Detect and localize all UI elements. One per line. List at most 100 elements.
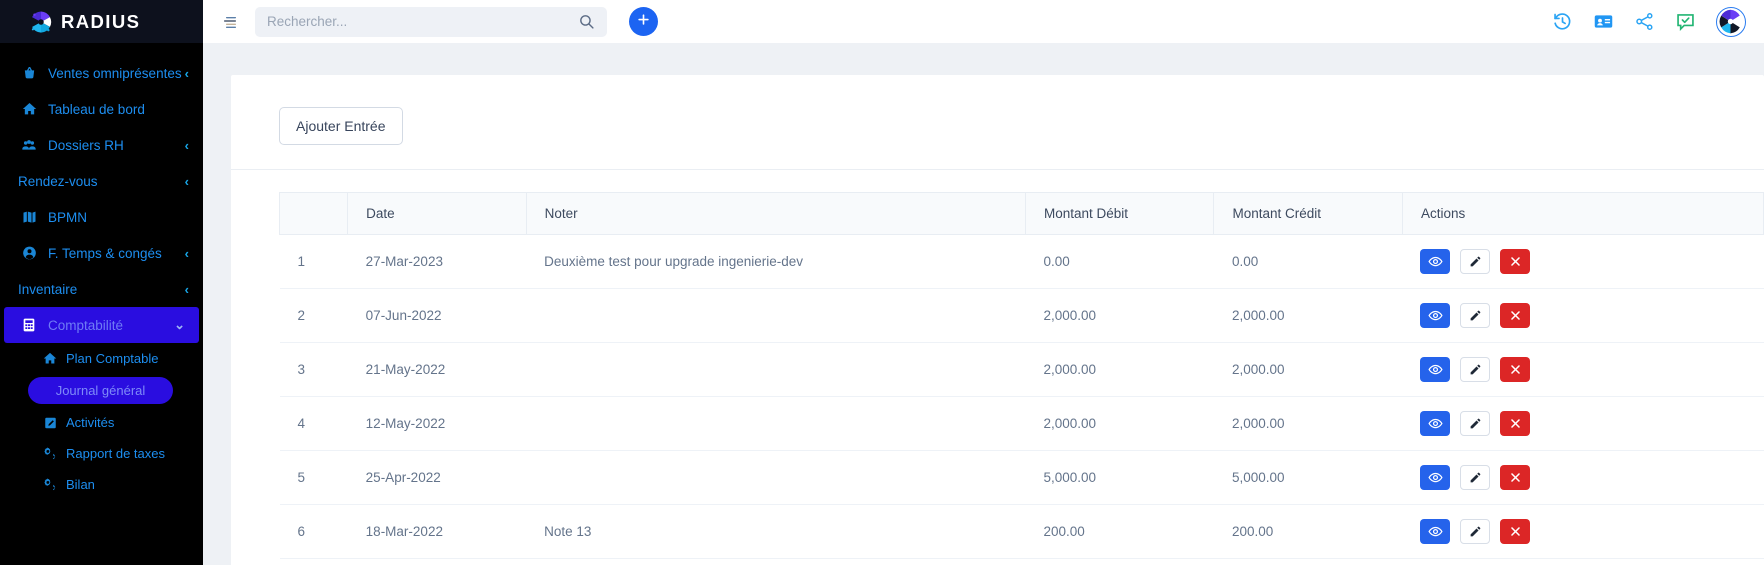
delete-button[interactable] bbox=[1500, 357, 1531, 382]
sidebar-subitem-label: Journal général bbox=[55, 383, 146, 398]
sidebar-item-label: BPMN bbox=[48, 209, 88, 225]
cell-debit: 5,000.00 bbox=[1025, 450, 1214, 505]
sidebar-subitem-rapport-de-taxes[interactable]: Rapport de taxes bbox=[0, 438, 203, 469]
share-icon[interactable] bbox=[1634, 11, 1655, 32]
cell-date: 21-May-2022 bbox=[347, 342, 527, 397]
delete-button[interactable] bbox=[1500, 303, 1531, 328]
message-check-icon[interactable] bbox=[1675, 11, 1696, 32]
add-entry-button[interactable]: Ajouter Entrée bbox=[279, 107, 403, 145]
view-button[interactable] bbox=[1420, 465, 1451, 490]
cell-index: 2 bbox=[279, 288, 348, 343]
chevron-left-icon: ‹ bbox=[184, 137, 189, 153]
sidebar-item-label: Dossiers RH bbox=[48, 137, 124, 153]
cell-credit: 2,000.00 bbox=[1213, 288, 1403, 343]
cell-actions bbox=[1402, 342, 1764, 397]
table-row[interactable]: 2 07-Jun-2022 2,000.00 2,000.00 bbox=[279, 288, 1764, 343]
plus-icon bbox=[636, 12, 651, 32]
cell-index: 3 bbox=[279, 342, 348, 397]
journal-table: Date Noter Montant Débit Montant Crédit … bbox=[278, 192, 1764, 559]
main-area: Ajouter Entrée Date Noter Montant bbox=[203, 0, 1764, 565]
table-row[interactable]: 5 25-Apr-2022 5,000.00 5,000.00 bbox=[279, 450, 1764, 505]
table-row[interactable]: 3 21-May-2022 2,000.00 2,000.00 bbox=[279, 342, 1764, 397]
id-card-icon[interactable] bbox=[1593, 11, 1614, 32]
search-box[interactable] bbox=[255, 6, 607, 37]
brand-logo-area[interactable]: RADIUS bbox=[0, 0, 203, 43]
sidebar-item-bpmn[interactable]: BPMN bbox=[0, 199, 203, 235]
sidebar-subitem-bilan[interactable]: Bilan bbox=[0, 469, 203, 500]
pinwheel-logo-icon bbox=[28, 9, 54, 35]
cell-debit: 2,000.00 bbox=[1025, 396, 1214, 451]
cell-date: 07-Jun-2022 bbox=[347, 288, 527, 343]
user-avatar[interactable] bbox=[1716, 6, 1746, 37]
view-button[interactable] bbox=[1420, 249, 1451, 274]
cell-credit: 5,000.00 bbox=[1213, 450, 1403, 505]
edit-button[interactable] bbox=[1460, 465, 1491, 490]
th-date[interactable]: Date bbox=[347, 192, 527, 235]
sidebar: RADIUS Ventes omniprésentes ‹ Tableau de… bbox=[0, 0, 203, 565]
map-icon bbox=[18, 208, 40, 226]
delete-button[interactable] bbox=[1500, 519, 1531, 544]
edit-button[interactable] bbox=[1460, 303, 1491, 328]
table-row[interactable]: 4 12-May-2022 2,000.00 2,000.00 bbox=[279, 396, 1764, 451]
sidebar-item-temps-conges[interactable]: F. Temps & congés ‹ bbox=[0, 235, 203, 271]
sidebar-subitem-plan-comptable[interactable]: Plan Comptable bbox=[0, 343, 203, 374]
app-root: RADIUS Ventes omniprésentes ‹ Tableau de… bbox=[0, 0, 1764, 565]
view-button[interactable] bbox=[1420, 519, 1451, 544]
user-circle-icon bbox=[18, 244, 40, 262]
th-debit[interactable]: Montant Débit bbox=[1025, 192, 1215, 235]
sidebar-item-dossiers-rh[interactable]: Dossiers RH ‹ bbox=[0, 127, 203, 163]
delete-button[interactable] bbox=[1500, 411, 1531, 436]
sidebar-item-label: Ventes omniprésentes bbox=[48, 65, 182, 81]
delete-button[interactable] bbox=[1500, 465, 1531, 490]
delete-button[interactable] bbox=[1500, 249, 1531, 274]
cell-actions bbox=[1402, 288, 1764, 343]
gears-icon bbox=[40, 477, 60, 493]
th-index[interactable] bbox=[278, 192, 349, 235]
sidebar-subitem-label: Activités bbox=[66, 415, 115, 430]
cell-note bbox=[526, 450, 1026, 505]
edit-button[interactable] bbox=[1460, 249, 1491, 274]
cell-credit: 0.00 bbox=[1213, 234, 1403, 289]
sidebar-item-ventes-omnipresentes[interactable]: Ventes omniprésentes ‹ bbox=[0, 55, 203, 91]
cell-index: 1 bbox=[279, 234, 348, 289]
edit-button[interactable] bbox=[1460, 411, 1491, 436]
cell-date: 27-Mar-2023 bbox=[347, 234, 527, 289]
sidebar-subitem-label: Plan Comptable bbox=[66, 351, 159, 366]
cell-debit: 2,000.00 bbox=[1025, 288, 1214, 343]
sidebar-item-rendez-vous[interactable]: Rendez-vous ‹ bbox=[0, 163, 203, 199]
cell-credit: 2,000.00 bbox=[1213, 342, 1403, 397]
cell-debit: 200.00 bbox=[1025, 504, 1214, 559]
th-credit[interactable]: Montant Crédit bbox=[1213, 192, 1403, 235]
sidebar-item-comptabilite[interactable]: Comptabilité ⌄ bbox=[4, 307, 199, 343]
view-button[interactable] bbox=[1420, 303, 1451, 328]
sidebar-item-label: Tableau de bord bbox=[48, 101, 145, 117]
edit-button[interactable] bbox=[1460, 519, 1491, 544]
sidebar-item-inventaire[interactable]: Inventaire ‹ bbox=[0, 271, 203, 307]
home-icon bbox=[40, 351, 60, 367]
sidebar-subitem-activites[interactable]: Activités bbox=[0, 407, 203, 438]
view-button[interactable] bbox=[1420, 357, 1451, 382]
search-input[interactable] bbox=[267, 14, 578, 29]
table-wrapper: Date Noter Montant Débit Montant Crédit … bbox=[231, 170, 1764, 559]
sidebar-subitem-journal-general[interactable]: Journal général bbox=[28, 377, 173, 404]
journal-card: Ajouter Entrée Date Noter Montant Débit … bbox=[231, 75, 1764, 565]
gears-icon bbox=[40, 446, 60, 462]
hamburger-list-icon[interactable] bbox=[217, 9, 243, 35]
th-note[interactable]: Noter bbox=[526, 192, 1026, 235]
view-button[interactable] bbox=[1420, 411, 1451, 436]
cell-date: 25-Apr-2022 bbox=[347, 450, 527, 505]
search-icon[interactable] bbox=[578, 13, 595, 30]
home-icon bbox=[18, 100, 40, 118]
cell-note bbox=[526, 288, 1026, 343]
calculator-icon bbox=[18, 316, 40, 334]
th-actions[interactable]: Actions bbox=[1402, 192, 1764, 235]
history-icon[interactable] bbox=[1552, 11, 1573, 32]
chevron-left-icon: ‹ bbox=[184, 281, 189, 297]
cell-note: Note 13 bbox=[526, 504, 1026, 559]
table-row[interactable]: 6 18-Mar-2022 Note 13 200.00 200.00 bbox=[279, 504, 1764, 559]
table-row[interactable]: 1 27-Mar-2023 Deuxième test pour upgrade… bbox=[279, 234, 1764, 289]
add-new-button[interactable] bbox=[629, 7, 658, 36]
sidebar-item-tableau-de-bord[interactable]: Tableau de bord bbox=[0, 91, 203, 127]
topbar-icon-group bbox=[1552, 6, 1746, 37]
edit-button[interactable] bbox=[1460, 357, 1491, 382]
